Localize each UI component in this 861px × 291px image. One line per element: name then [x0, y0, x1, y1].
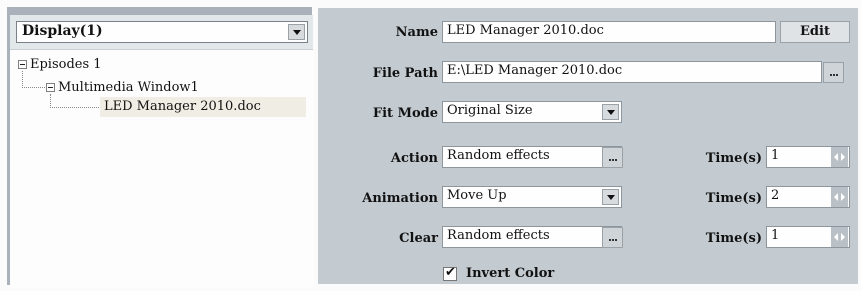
episode-tree: Episodes 1 Multimedia Window1 LED Manage… — [10, 50, 313, 288]
chevron-down-icon[interactable] — [602, 104, 619, 120]
display-select-value: Display(1) — [22, 23, 103, 39]
display-select[interactable]: Display(1) — [16, 21, 308, 43]
clear-ellipsis-icon[interactable] — [602, 227, 623, 248]
action-time-value: 1 — [771, 148, 780, 163]
action-ellipsis-icon[interactable] — [602, 147, 623, 168]
collapse-icon[interactable] — [18, 60, 27, 69]
action-label: Action — [390, 151, 438, 166]
animation-time-label: Time(s) — [705, 191, 762, 206]
file-path-label: File Path — [372, 66, 438, 81]
fit-mode-value: Original Size — [447, 103, 533, 118]
tree-node-file[interactable]: LED Manager 2010.doc — [100, 97, 306, 117]
clear-value: Random effects — [447, 228, 550, 243]
spinner-arrows-icon[interactable] — [831, 227, 848, 247]
action-field[interactable]: Random effects — [442, 146, 622, 168]
app-window: Display(1) Episodes 1 Multimedia Window1… — [0, 0, 861, 291]
collapse-icon[interactable] — [46, 83, 55, 92]
name-label: Name — [395, 25, 438, 40]
action-value: Random effects — [447, 148, 550, 163]
tree-node-label: Multimedia Window1 — [58, 80, 199, 95]
file-path-value: E:\LED Manager 2010.doc — [447, 63, 623, 78]
tree-connector — [22, 71, 47, 88]
fit-mode-label: Fit Mode — [372, 106, 438, 121]
browse-ellipsis-icon[interactable] — [823, 62, 844, 83]
tree-connector — [50, 94, 101, 108]
clear-field[interactable]: Random effects — [442, 226, 622, 248]
episode-tree-panel: Display(1) Episodes 1 Multimedia Window1… — [7, 7, 313, 288]
properties-panel: Name LED Manager 2010.doc Edit File Path… — [318, 8, 858, 284]
action-time-label: Time(s) — [705, 151, 762, 166]
file-path-field[interactable]: E:\LED Manager 2010.doc — [442, 61, 822, 83]
tree-node-label: Episodes 1 — [30, 57, 102, 72]
animation-value: Move Up — [447, 188, 507, 203]
animation-select[interactable]: Move Up — [442, 186, 622, 208]
animation-time-value: 2 — [771, 188, 780, 203]
display-selector-bar: Display(1) — [10, 15, 313, 50]
clear-label: Clear — [399, 231, 438, 246]
invert-color-label: Invert Color — [466, 266, 555, 281]
clear-time-label: Time(s) — [705, 231, 762, 246]
animation-label: Animation — [362, 191, 438, 206]
fit-mode-select[interactable]: Original Size — [442, 101, 622, 123]
edit-button[interactable]: Edit — [780, 21, 850, 43]
clear-time-value: 1 — [771, 228, 780, 243]
spinner-arrows-icon[interactable] — [831, 187, 848, 207]
checkmark-icon: ✔ — [445, 265, 456, 280]
invert-color-checkbox[interactable]: ✔ — [443, 265, 457, 281]
name-field[interactable]: LED Manager 2010.doc — [442, 21, 776, 43]
name-value: LED Manager 2010.doc — [447, 23, 604, 38]
spinner-arrows-icon[interactable] — [831, 147, 848, 167]
tree-node-label: LED Manager 2010.doc — [104, 99, 261, 114]
chevron-down-icon[interactable] — [602, 189, 619, 205]
chevron-down-icon[interactable] — [288, 24, 305, 40]
